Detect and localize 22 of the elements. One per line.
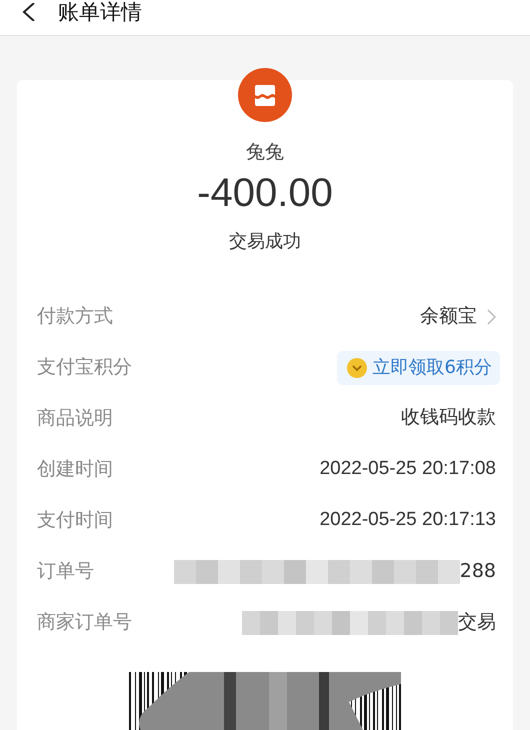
payment-method-link[interactable]: 余额宝 bbox=[420, 302, 496, 331]
row-label: 商品说明 bbox=[37, 406, 113, 432]
row-label: 支付宝积分 bbox=[37, 355, 132, 380]
row-value: 交易 bbox=[458, 610, 496, 636]
row-value: 2022-05-25 20:17:13 bbox=[320, 508, 496, 532]
chevron-right-icon bbox=[487, 308, 496, 324]
row-label: 订单号 bbox=[37, 559, 94, 584]
row-value: 288 bbox=[460, 559, 496, 584]
row-value: 余额宝 bbox=[420, 304, 477, 330]
merchant-name: 兔兔 bbox=[246, 140, 284, 164]
amount-text: -400.00 bbox=[197, 170, 333, 217]
coin-icon bbox=[346, 358, 367, 378]
back-icon[interactable] bbox=[22, 3, 36, 21]
row-value: 收钱码收款 bbox=[401, 406, 496, 430]
row-value: 2022-05-25 20:17:08 bbox=[320, 457, 496, 482]
row-label: 创建时间 bbox=[37, 457, 113, 482]
page-title: 账单详情 bbox=[58, 0, 142, 25]
row-label: 支付时间 bbox=[37, 508, 113, 534]
status-text: 交易成功 bbox=[229, 230, 301, 254]
claim-points-button[interactable]: 立即领取6积分 bbox=[336, 350, 500, 384]
row-label: 付款方式 bbox=[37, 304, 113, 330]
row-label: 商家订单号 bbox=[37, 610, 132, 636]
